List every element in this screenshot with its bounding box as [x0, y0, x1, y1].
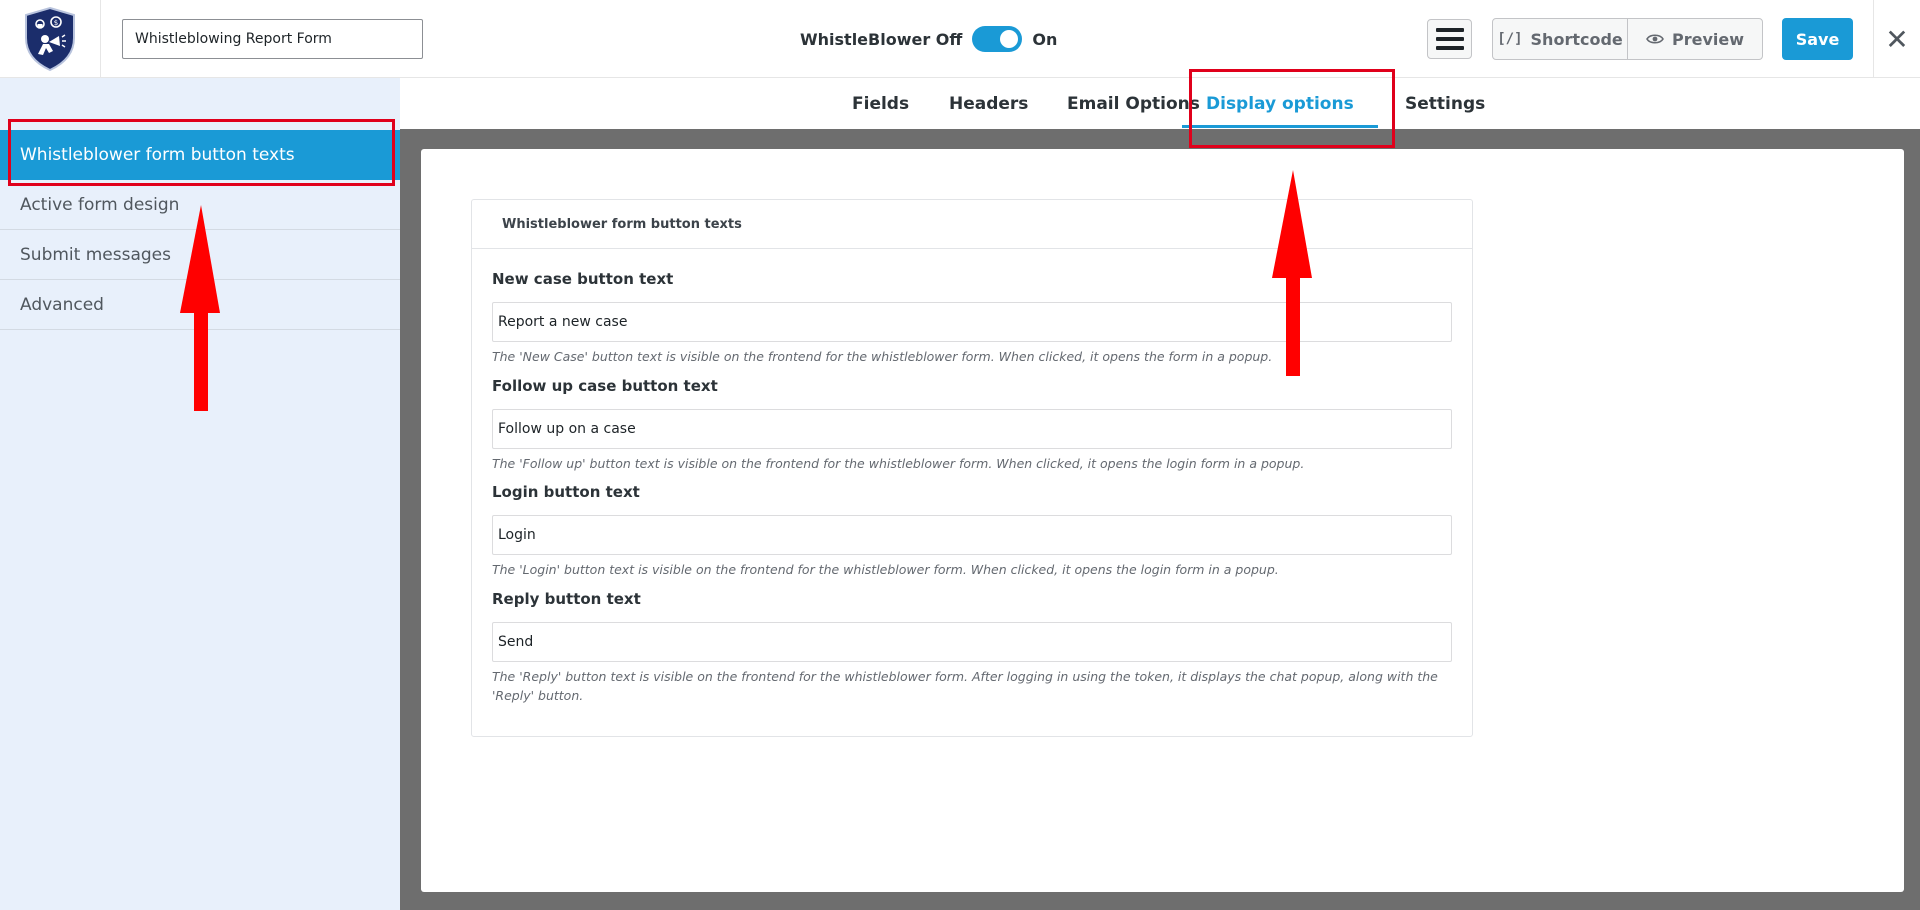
annotation-arrow-tab — [1272, 170, 1312, 376]
tab-settings[interactable]: Settings — [1405, 78, 1485, 129]
whistleblower-toggle[interactable] — [972, 26, 1023, 52]
tab-fields[interactable]: Fields — [852, 78, 909, 129]
shield-logo-icon: $ — [25, 6, 75, 72]
field-login: Login button text The 'Login' button tex… — [492, 483, 1452, 579]
form-title-input[interactable] — [122, 19, 423, 59]
hamburger-menu-icon-line — [1435, 46, 1464, 50]
field-label: Login button text — [492, 483, 640, 501]
close-icon: ✕ — [1885, 22, 1909, 56]
follow-up-text-input[interactable] — [492, 409, 1452, 449]
toggle-knob — [1000, 30, 1019, 48]
field-follow-up: Follow up case button text The 'Follow u… — [492, 377, 1452, 473]
field-help-text: The 'Login' button text is visible on th… — [492, 562, 1279, 577]
shortcode-label: Shortcode — [1530, 29, 1623, 49]
field-reply: Reply button text The 'Reply' button tex… — [492, 590, 1452, 705]
whistleblower-toggle-group: WhistleBlower Off On — [800, 24, 1057, 54]
preview-button[interactable]: Preview — [1627, 19, 1762, 59]
toggle-off-label: WhistleBlower Off — [800, 29, 963, 49]
logo-cell: $ — [0, 0, 101, 78]
reply-text-input[interactable] — [492, 622, 1452, 662]
tab-email-options[interactable]: Email Options — [1067, 78, 1200, 129]
svg-text:$: $ — [54, 19, 58, 27]
hamburger-menu-icon-line — [1435, 37, 1464, 41]
top-bar: $ WhistleBlower Off On [/] Shortcode — [0, 0, 1920, 78]
button-texts-panel: Whistleblower form button texts New case… — [471, 199, 1473, 737]
save-button[interactable]: Save — [1782, 18, 1853, 60]
field-help-text: The 'Follow up' button text is visible o… — [492, 456, 1305, 471]
shortcode-preview-group: [/] Shortcode Preview — [1492, 18, 1763, 60]
annotation-box-tab — [1189, 69, 1395, 148]
preview-label: Preview — [1671, 29, 1744, 49]
login-text-input[interactable] — [492, 515, 1452, 555]
annotation-arrow-sidebar — [180, 205, 220, 411]
hamburger-menu-icon — [1435, 28, 1464, 32]
shortcode-button[interactable]: [/] Shortcode — [1493, 19, 1627, 59]
toggle-on-label: On — [1032, 29, 1058, 49]
eye-icon — [1646, 34, 1664, 44]
annotation-box-sidebar — [8, 119, 395, 186]
panel-title: Whistleblower form button texts — [472, 200, 1472, 249]
field-label: Follow up case button text — [492, 377, 718, 395]
close-button[interactable]: ✕ — [1873, 0, 1920, 78]
tab-headers[interactable]: Headers — [949, 78, 1028, 129]
shortcode-brackets-icon: [/] — [1497, 31, 1523, 47]
field-help-text: The 'Reply' button text is visible on th… — [492, 669, 1438, 703]
hamburger-menu-button[interactable] — [1427, 19, 1472, 59]
sidebar: Whistleblower form button texts Active f… — [0, 78, 400, 910]
field-label: Reply button text — [492, 590, 641, 608]
tab-bar: Fields Headers Email Options Display opt… — [400, 78, 1920, 129]
